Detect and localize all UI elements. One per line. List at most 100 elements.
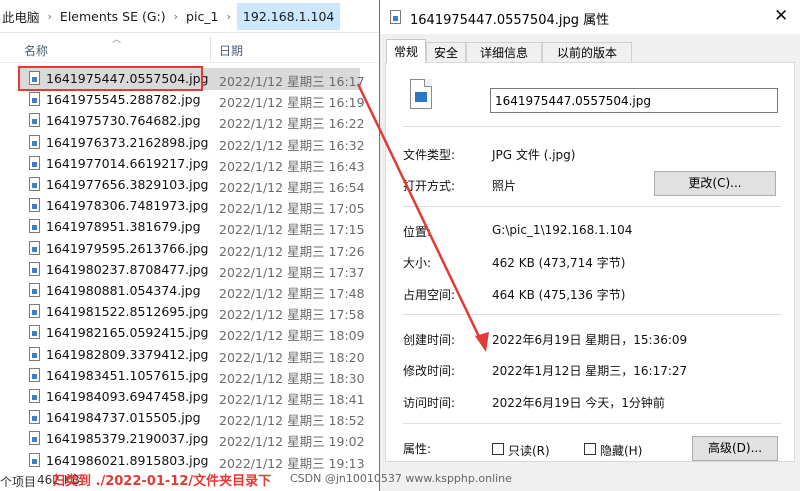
file-date: 2022/1/12 星期三 17:58 [219,307,365,323]
file-row[interactable]: 1641984737.015505.jpg 2022/1/12 星期三 18:52 [0,407,380,429]
breadcrumb-current-folder[interactable]: 192.168.1.104 [236,2,341,30]
file-date: 2022/1/12 星期三 17:48 [219,286,365,301]
file-row[interactable]: 1641980237.8708477.jpg 2022/1/12 星期三 17:3… [0,259,380,281]
file-date: 2022/1/12 星期三 18:09 [219,328,365,344]
file-row[interactable]: 1641986021.8915803.jpg 2022/1/12 星期三 19:1… [0,450,380,472]
file-explorer: 此电脑 › Elements SE (G:) › pic_1 › 192.168… [0,0,380,491]
file-name[interactable]: 1641977656.3829103.jpg [46,177,209,192]
file-row[interactable]: 1641975730.764682.jpg 2022/1/12 星期三 16:22 [0,110,380,132]
chevron-right-icon: › [226,9,231,23]
file-date: 2022/1/12 星期三 17:26 [219,243,365,259]
file-name[interactable]: 1641981522.8512695.jpg [46,304,209,319]
readonly-checkbox[interactable] [492,443,504,455]
jpg-file-icon [410,79,432,109]
file-row[interactable]: 1641982809.3379412.jpg 2022/1/12 星期三 18:2… [0,344,380,366]
jpg-file-icon [29,177,40,191]
file-row[interactable]: 1641984093.6947458.jpg 2022/1/12 星期三 18:4… [0,386,380,408]
file-date: 2022/1/12 星期三 17:05 [219,201,365,217]
file-date: 2022/1/12 星期三 16:54 [219,180,365,195]
file-name[interactable]: 1641982809.3379412.jpg [46,347,209,362]
file-name[interactable]: 1641980881.054374.jpg [46,283,201,298]
file-name[interactable]: 1641984093.6947458.jpg [46,389,209,404]
file-date: 2022/1/12 星期三 16:32 [219,137,365,153]
file-row[interactable]: 1641977014.6619217.jpg 2022/1/12 星期三 16:4… [0,153,380,175]
file-name[interactable]: 1641979595.2613766.jpg [46,241,209,256]
jpg-file-icon [29,198,40,213]
file-row[interactable]: 1641982165.0592415.jpg 2022/1/12 星期三 18:0… [0,322,380,344]
file-name[interactable]: 1641982165.0592415.jpg [46,325,209,340]
hidden-label[interactable]: 隐藏(H) [600,442,642,459]
file-date: 2022/1/12 星期三 19:02 [219,434,365,450]
accessed-value: 2022年6月19日 今天，1分钟前 [492,396,665,410]
tab-details[interactable]: 详细信息 [466,42,542,62]
jpg-file-icon [29,155,40,170]
file-row[interactable]: 1641981522.8512695.jpg 2022/1/12 星期三 17:5… [0,301,380,323]
column-date-header[interactable]: 日期 [219,42,243,59]
disk-size-value: 464 KB (475,136 字节) [492,288,626,302]
chevron-right-icon: › [47,9,52,23]
disk-size-label: 占用空间: [403,288,456,302]
file-name[interactable]: 1641976373.2162898.jpg [46,135,209,150]
breadcrumb: 此电脑 › Elements SE (G:) › pic_1 › 192.168… [0,0,380,33]
file-type-value: JPG 文件 (.jpg) [492,148,576,162]
jpg-file-icon [29,389,40,403]
file-row[interactable]: 1641979595.2613766.jpg 2022/1/12 星期三 17:2… [0,238,380,260]
file-row[interactable]: 1641978306.7481973.jpg 2022/1/12 星期三 17:0… [0,195,380,217]
column-name-header[interactable]: 名称 [24,42,48,59]
file-date: 2022/1/12 星期三 16:19 [219,95,365,111]
file-name[interactable]: 1641975545.288782.jpg [46,92,201,107]
readonly-label[interactable]: 只读(R) [508,442,550,459]
file-name[interactable]: 1641978306.7481973.jpg [46,198,209,213]
file-name[interactable]: 1641975730.764682.jpg [46,113,201,128]
size-label: 大小: [403,256,432,270]
accessed-label: 访问时间: [403,396,456,410]
divider [403,126,781,127]
selected-file-highlight-box [18,66,203,91]
file-name[interactable]: 1641986021.8915803.jpg [46,453,209,468]
jpg-file-icon [29,325,40,340]
tab-previous-versions[interactable]: 以前的版本 [542,42,632,62]
jpg-file-icon [29,346,40,361]
breadcrumb-pic-folder[interactable]: pic_1 [184,9,220,24]
dialog-title: 1641975447.0557504.jpg 属性 [410,13,610,28]
jpg-file-icon [29,113,40,128]
file-name[interactable]: 1641985379.2190037.jpg [46,431,209,446]
file-row[interactable]: 1641978951.381679.jpg 2022/1/12 星期三 17:15 [0,216,380,238]
filename-field[interactable] [490,88,778,113]
created-value: 2022年6月19日 星期日，15:36:09 [492,333,688,347]
jpg-file-icon [29,219,40,234]
jpg-file-icon [390,10,401,24]
column-divider[interactable] [210,36,211,62]
jpg-file-icon [29,410,40,425]
properties-dialog: 1641975447.0557504.jpg 属性 ✕ 常规 安全 详细信息 以… [379,0,800,491]
tab-general[interactable]: 常规 [386,39,426,63]
file-row[interactable]: 1641980881.054374.jpg 2022/1/12 星期三 17:48 [0,280,380,302]
close-button[interactable]: ✕ [774,6,788,26]
file-row[interactable]: 1641983451.1057615.jpg 2022/1/12 星期三 18:3… [0,365,380,387]
file-row[interactable]: 1641976373.2162898.jpg 2022/1/12 星期三 16:3… [0,132,380,154]
file-name[interactable]: 1641984737.015505.jpg [46,410,201,425]
jpg-file-icon [29,283,40,297]
file-name[interactable]: 1641980237.8708477.jpg [46,262,209,277]
jpg-file-icon [29,431,40,446]
file-name[interactable]: 1641977014.6619217.jpg [46,156,209,171]
jpg-file-icon [29,261,40,276]
dialog-title-bar[interactable]: 1641975447.0557504.jpg 属性 ✕ [380,0,800,34]
file-name[interactable]: 1641983451.1057615.jpg [46,368,209,383]
divider [403,206,781,207]
file-date: 2022/1/12 星期三 18:52 [219,413,365,429]
tab-security[interactable]: 安全 [426,42,466,62]
breadcrumb-drive[interactable]: Elements SE (G:) [58,9,168,24]
hidden-checkbox[interactable] [584,443,596,455]
general-tab-panel: 文件类型: JPG 文件 (.jpg) 打开方式: 照片 更改(C)... 位置… [385,62,795,462]
file-row[interactable]: 1641975545.288782.jpg 2022/1/12 星期三 16:19 [0,89,380,111]
file-name[interactable]: 1641978951.381679.jpg [46,219,201,234]
created-label: 创建时间: [403,333,456,347]
file-date: 2022/1/12 星期三 17:37 [219,264,365,280]
advanced-button[interactable]: 高级(D)... [692,436,778,461]
file-date: 2022/1/12 星期三 17:15 [219,222,365,238]
change-button[interactable]: 更改(C)... [654,171,776,196]
file-row[interactable]: 1641985379.2190037.jpg 2022/1/12 星期三 19:0… [0,428,380,450]
breadcrumb-this-pc[interactable]: 此电脑 [0,7,42,26]
file-row[interactable]: 1641977656.3829103.jpg 2022/1/12 星期三 16:5… [0,174,380,196]
